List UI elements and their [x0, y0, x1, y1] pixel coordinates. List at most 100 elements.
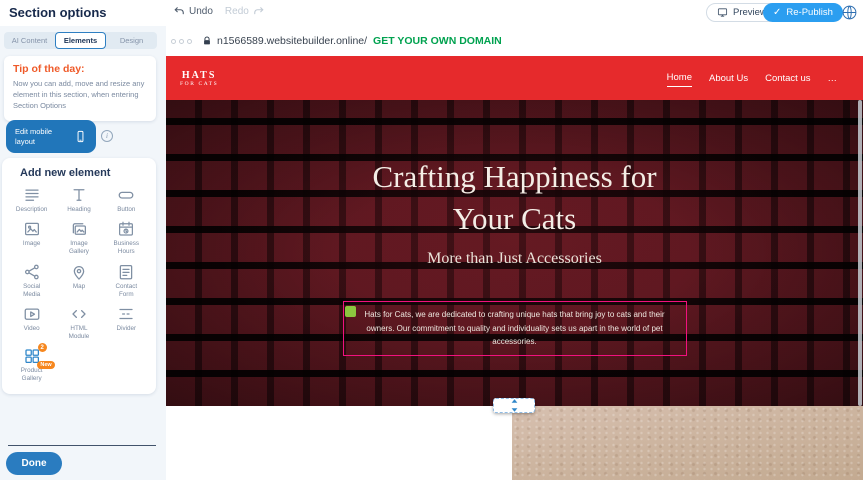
element-item-map[interactable]: Map [55, 263, 102, 291]
element-label: Divider [117, 325, 137, 333]
info-icon[interactable]: i [101, 130, 113, 142]
element-item-business-hours[interactable]: Business Hours [103, 220, 150, 256]
tip-card: Tip of the day: Now you can add, move an… [4, 56, 156, 121]
hero-paragraph: Hats for Cats, we are dedicated to craft… [364, 310, 664, 346]
element-label: Map [73, 283, 85, 291]
globe-icon[interactable] [841, 4, 858, 21]
topbar: Section options Undo Redo Preview ✓ Re-P… [0, 0, 863, 26]
element-item-contact-form[interactable]: Contact Form [103, 263, 150, 299]
map-pin-icon [70, 263, 88, 281]
browser-bar: n1566589.websitebuilder.online/ GET YOUR… [166, 26, 863, 56]
element-label: Business Hours [109, 240, 143, 256]
undo-button[interactable]: Undo [173, 5, 213, 17]
element-label: Image [23, 240, 41, 248]
hero-heading-line2: Your Cats [166, 198, 863, 240]
edit-mobile-layout-button[interactable]: Edit mobile layout [6, 120, 96, 153]
element-drag-handle-icon[interactable] [345, 306, 356, 317]
next-section-image[interactable] [512, 406, 863, 480]
nav-home[interactable]: Home [667, 69, 692, 87]
resize-arrows-icon [510, 399, 519, 412]
lock-icon [202, 35, 212, 47]
nav-more-icon[interactable]: … [828, 70, 838, 87]
element-item-heading[interactable]: Heading [55, 186, 102, 214]
heading-icon [70, 186, 88, 204]
edit-mobile-label: Edit mobile layout [15, 127, 67, 146]
panel-tabs: AI Content Elements Design [4, 32, 157, 49]
section-resize-handle[interactable] [493, 398, 535, 413]
element-item-product-gallery[interactable]: 2 New Product Gallery [8, 347, 55, 383]
window-dot [179, 39, 184, 44]
monitor-icon [717, 7, 728, 18]
site-nav: Home About Us Contact us … [667, 69, 837, 87]
element-label: Video [24, 325, 40, 333]
site-preview: HATS FOR CATS Home About Us Contact us …… [166, 56, 863, 406]
element-item-description[interactable]: Description [8, 186, 55, 214]
nav-contact-us[interactable]: Contact us [765, 70, 810, 87]
element-item-image-gallery[interactable]: Image Gallery [55, 220, 102, 256]
hero-subheading[interactable]: More than Just Accessories [166, 250, 863, 268]
undo-icon [173, 5, 185, 17]
element-label: HTML Module [62, 325, 96, 341]
site-url[interactable]: n1566589.websitebuilder.online/ [217, 35, 367, 47]
site-logo[interactable]: HATS FOR CATS [180, 70, 218, 87]
element-label: Contact Form [109, 283, 143, 299]
phone-icon [74, 130, 87, 143]
page-title: Section options [9, 5, 107, 20]
add-element-panel: Add new element Description Heading [2, 158, 156, 394]
element-item-button[interactable]: Button [103, 186, 150, 214]
redo-label: Redo [225, 6, 249, 17]
text-lines-icon [23, 186, 41, 204]
check-icon: ✓ [773, 7, 781, 18]
divider-icon [117, 305, 135, 323]
element-label: Button [117, 206, 135, 214]
business-hours-icon [117, 220, 135, 238]
element-item-social-media[interactable]: Social Media [8, 263, 55, 299]
editor-canvas: n1566589.websitebuilder.online/ GET YOUR… [166, 26, 863, 480]
image-icon [23, 220, 41, 238]
republish-button[interactable]: ✓ Re-Publish [763, 3, 843, 22]
nav-about-us[interactable]: About Us [709, 70, 748, 87]
hero-heading[interactable]: Crafting Happiness for Your Cats [166, 156, 863, 240]
tab-design[interactable]: Design [106, 32, 157, 49]
redo-button[interactable]: Redo [225, 5, 265, 17]
preview-label: Preview [733, 7, 767, 18]
site-header[interactable]: HATS FOR CATS Home About Us Contact us … [166, 56, 863, 100]
code-icon [70, 305, 88, 323]
sidebar: AI Content Elements Design Tip of the da… [0, 26, 166, 480]
product-gallery-icon: 2 New [23, 347, 41, 365]
tab-elements[interactable]: Elements [55, 32, 106, 49]
redo-icon [253, 5, 265, 17]
element-item-video[interactable]: Video [8, 305, 55, 333]
tip-title: Tip of the day: [13, 63, 147, 75]
divider-line [8, 445, 156, 446]
history-controls: Undo Redo [173, 5, 265, 17]
hero-heading-line1: Crafting Happiness for [166, 156, 863, 198]
add-panel-title: Add new element [2, 158, 156, 184]
element-label: Image Gallery [62, 240, 96, 256]
share-icon [23, 263, 41, 281]
element-label: Description [16, 206, 48, 214]
element-item-divider[interactable]: Divider [103, 305, 150, 333]
get-domain-link[interactable]: GET YOUR OWN DOMAIN [373, 35, 502, 47]
tab-ai-content[interactable]: AI Content [4, 32, 55, 49]
element-label: Heading [67, 206, 90, 214]
logo-line1: HATS [180, 70, 218, 81]
app: Section options Undo Redo Preview ✓ Re-P… [0, 0, 863, 480]
image-gallery-icon [70, 220, 88, 238]
element-label: Product Gallery [15, 367, 49, 383]
element-grid: Description Heading Button [2, 184, 156, 384]
republish-label: Re-Publish [786, 7, 832, 18]
hero-section[interactable]: Crafting Happiness for Your Cats More th… [166, 100, 863, 406]
site-scrollbar[interactable] [858, 100, 862, 406]
selected-text-element[interactable]: Hats for Cats, we are dedicated to craft… [343, 301, 687, 356]
next-section [166, 406, 863, 480]
done-button[interactable]: Done [6, 452, 62, 475]
button-icon [117, 186, 135, 204]
video-icon [23, 305, 41, 323]
contact-form-icon [117, 263, 135, 281]
count-badge: 2 [38, 343, 47, 352]
element-item-html-module[interactable]: HTML Module [55, 305, 102, 341]
window-dot [171, 39, 176, 44]
element-item-image[interactable]: Image [8, 220, 55, 248]
element-label: Social Media [15, 283, 49, 299]
